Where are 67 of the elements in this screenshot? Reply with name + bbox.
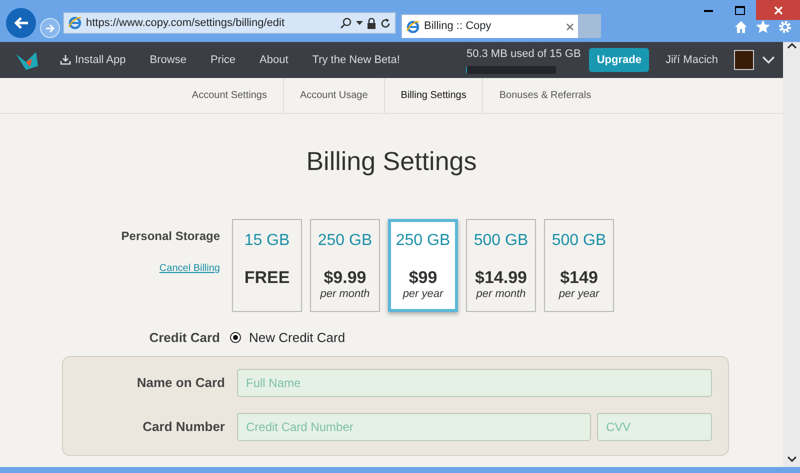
forward-arrow-icon — [45, 24, 55, 32]
browser-tab[interactable]: Billing :: Copy — [401, 14, 579, 38]
field-label: Credit Card — [148, 329, 220, 347]
page-title: Billing Settings — [305, 145, 478, 178]
back-button[interactable] — [6, 8, 36, 38]
plan-period: per month — [319, 288, 371, 301]
storage-usage-text: 50.3 MB used of 15 GB — [466, 46, 581, 62]
plan-option[interactable]: 500 GB $14.99 per month — [466, 219, 536, 312]
scroll-down-icon[interactable] — [786, 455, 796, 463]
field-label: Card Number — [142, 418, 225, 436]
field-label: Name on Card — [136, 374, 225, 392]
caret-icon[interactable] — [356, 21, 363, 25]
plan-price: $14.99 — [474, 269, 528, 288]
maximize-icon — [735, 6, 745, 14]
radio-label[interactable]: New Credit Card — [249, 328, 346, 348]
input-field[interactable]: Credit Card Number — [237, 412, 591, 440]
plan-price: FREE — [243, 269, 291, 288]
scroll-up-icon[interactable] — [786, 42, 796, 50]
plan-price: $149 — [559, 269, 599, 288]
plan-size: 250 GB — [394, 231, 452, 251]
plan-period: per month — [475, 288, 527, 301]
minimize-icon — [704, 8, 712, 12]
close-button[interactable] — [756, 0, 800, 20]
url-text: https://www.copy.com/settings/billing/edit — [86, 16, 286, 31]
radio-button[interactable] — [230, 332, 241, 344]
plan-option[interactable]: 500 GB $149 per year — [544, 219, 614, 312]
close-icon[interactable] — [566, 22, 574, 30]
nav-link[interactable]: Browse — [150, 52, 186, 68]
plan-period: per year — [402, 288, 444, 301]
tab-title: Billing :: Copy — [424, 19, 492, 34]
plan-price: $9.99 — [322, 269, 368, 288]
plan-period: per year — [558, 288, 600, 301]
back-arrow-icon — [13, 16, 29, 30]
nav-link[interactable]: Install App — [60, 52, 126, 68]
plan-size: 500 GB — [472, 231, 530, 251]
subnav-tab[interactable]: Account Usage — [284, 78, 385, 113]
plan-price: $99 — [408, 269, 438, 288]
subnav-tab[interactable]: Account Settings — [176, 78, 284, 113]
download-icon — [60, 55, 71, 65]
browser-logo-icon — [68, 16, 82, 30]
close-icon — [774, 6, 782, 14]
field-label: Personal Storage — [121, 228, 220, 245]
address-bar[interactable]: https://www.copy.com/settings/billing/edit — [63, 12, 396, 34]
plan-option[interactable]: 15 GB FREE — [232, 219, 302, 312]
star-icon[interactable] — [756, 20, 770, 34]
forward-button[interactable] — [40, 18, 60, 38]
nav-link[interactable]: Try the New Beta! — [312, 52, 400, 68]
refresh-icon[interactable] — [380, 18, 391, 28]
plan-option[interactable]: 250 GB $9.99 per month — [310, 219, 380, 312]
nav-link[interactable]: About — [260, 52, 288, 68]
search-icon[interactable] — [340, 17, 352, 29]
subnav-tab[interactable]: Bonuses & Referrals — [483, 78, 608, 113]
nav-link[interactable]: Price — [210, 52, 236, 68]
avatar-image[interactable] — [734, 50, 754, 70]
input-field[interactable]: CVV — [597, 412, 712, 440]
subnav-tab[interactable]: Billing Settings — [384, 78, 484, 113]
browser-logo-icon — [406, 20, 420, 34]
user-name[interactable]: Jiří Macich — [665, 52, 718, 68]
settings-icon[interactable] — [778, 20, 792, 34]
home-icon[interactable] — [734, 20, 748, 34]
plan-option[interactable]: 250 GB $99 per year — [388, 219, 458, 312]
plan-size: 250 GB — [316, 231, 374, 251]
input-field[interactable]: Full Name — [237, 368, 712, 396]
plan-size: 500 GB — [550, 231, 608, 251]
plan-size: 15 GB — [243, 231, 291, 251]
chevron-down-icon[interactable] — [762, 56, 775, 64]
lock-icon[interactable] — [367, 18, 376, 28]
